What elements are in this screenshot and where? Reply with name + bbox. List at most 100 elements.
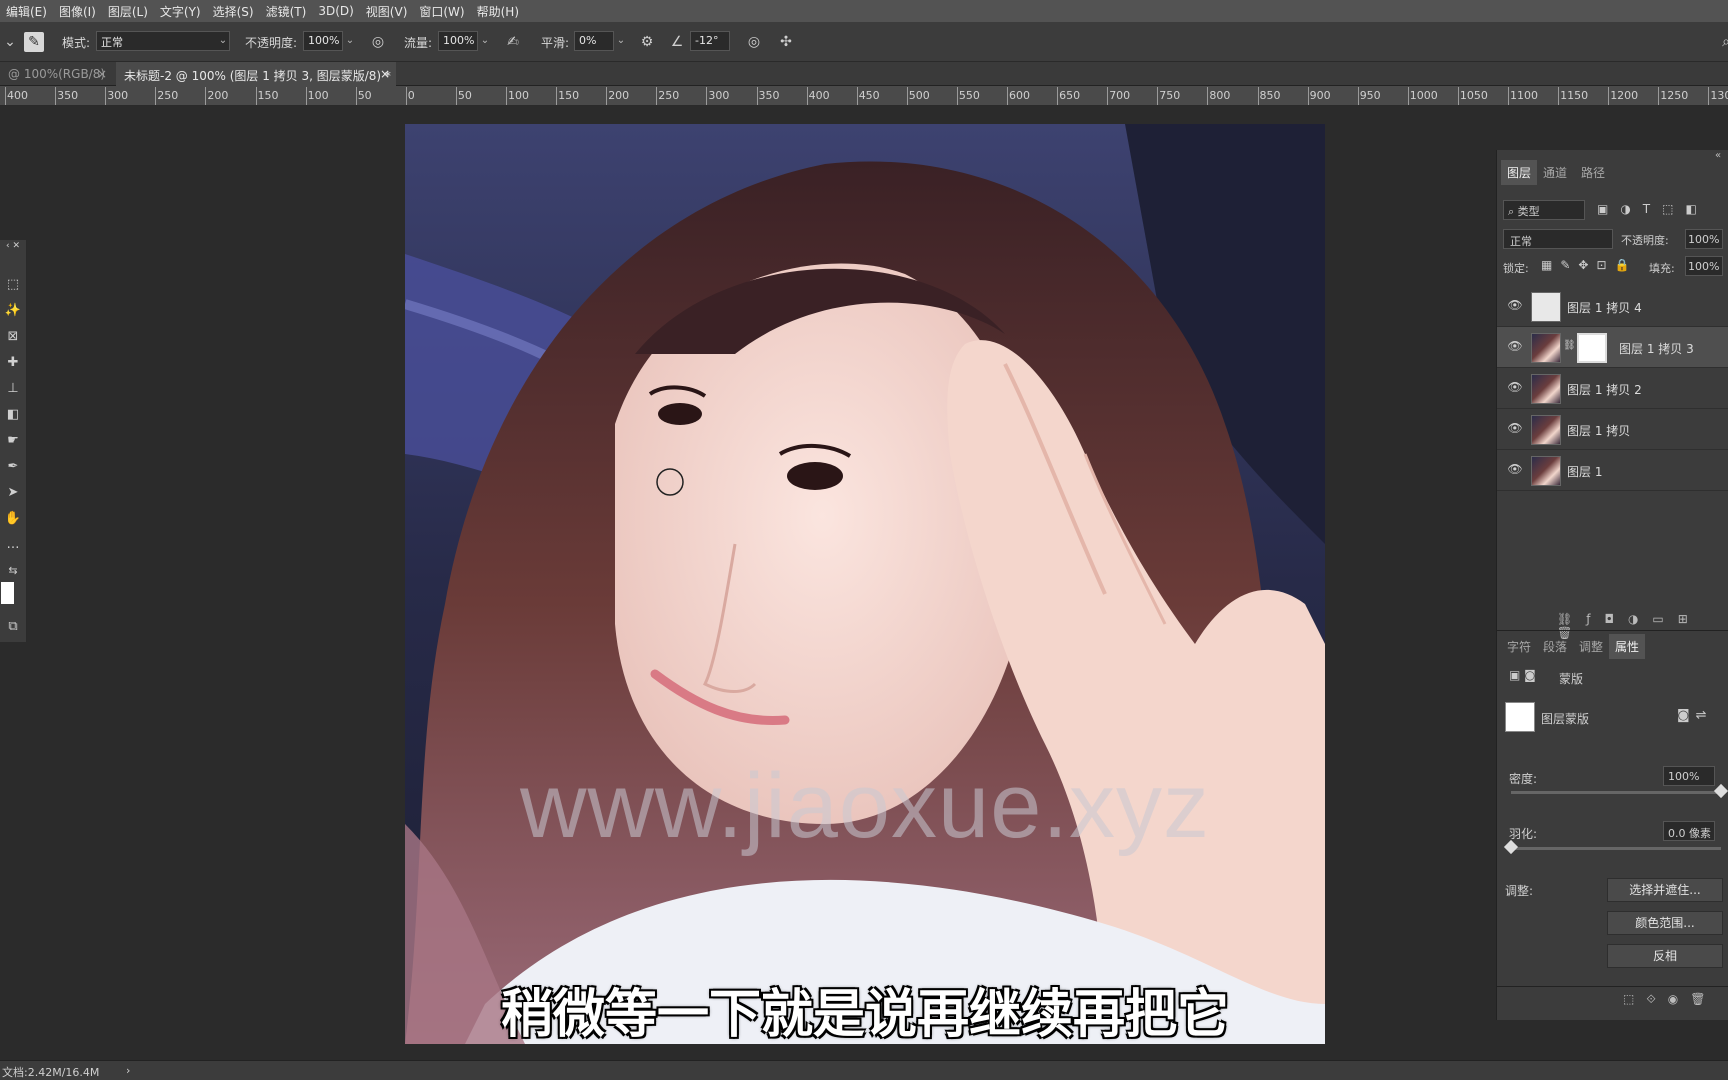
feather-input[interactable]: 0.0 像素 [1663,821,1715,841]
chevron-down-icon[interactable]: ⌄ [614,31,628,51]
invert-button[interactable]: 反相 [1607,944,1723,968]
foreground-color-swatch[interactable] [1,582,14,604]
visibility-eye-icon[interactable]: 👁 [1507,462,1523,478]
chevron-right-icon[interactable]: › [126,1064,130,1077]
frame-tool-icon[interactable]: ⊠ [2,326,24,348]
mask-link-icon[interactable]: ⛓ [1563,340,1576,351]
brush-preset-icon[interactable]: ✎ [24,32,44,52]
ruler-tick [956,87,958,105]
layer-opacity-input[interactable]: 100% [1685,229,1723,249]
menu-filter[interactable]: 滤镜(T) [260,3,313,20]
pressure-opacity-icon[interactable]: ◎ [368,32,388,52]
airbrush-icon[interactable]: ✍ [503,32,523,52]
layer-row[interactable]: 👁 图层 1 拷贝 [1497,409,1728,450]
tab-document-1[interactable]: @ 100%(RGB/8) × [0,62,113,86]
menu-select[interactable]: 选择(S) [207,3,260,20]
close-icon[interactable]: × [380,67,390,81]
tab-character[interactable]: 字符 [1501,634,1537,659]
layer-row[interactable]: 👁 图层 1 拷贝 4 [1497,286,1728,327]
angle-input[interactable]: -12° [690,31,730,51]
swap-colors-icon[interactable]: ⇆ [2,560,24,582]
tab-document-2[interactable]: 未标题-2 @ 100% (图层 1 拷贝 3, 图层蒙版/8) * × [116,62,396,86]
pressure-size-icon[interactable]: ◎ [744,32,764,52]
magic-wand-tool-icon[interactable]: ✨ [2,300,24,322]
smooth-input[interactable]: 0% [574,31,614,51]
menu-view[interactable]: 视图(V) [360,3,414,20]
path-select-tool-icon[interactable]: ➤ [2,482,24,504]
blend-mode-select[interactable]: 正常 [1503,229,1613,249]
eraser-tool-icon[interactable]: ◧ [2,404,24,426]
layer-filter-select[interactable]: ⌕ 类型 [1503,200,1585,220]
visibility-eye-icon[interactable]: 👁 [1507,298,1523,314]
marquee-tool-icon[interactable]: ⬚ [2,274,24,296]
slider-handle[interactable] [1713,783,1728,799]
opacity-input[interactable]: 100% [303,31,343,51]
chevron-down-icon[interactable]: ⌄ [0,32,20,52]
tab-properties[interactable]: 属性 [1609,634,1646,659]
visibility-eye-icon[interactable]: 👁 [1507,421,1523,437]
chevron-down-icon[interactable]: ⌄ [343,31,357,51]
menu-window[interactable]: 窗口(W) [413,3,470,20]
smudge-tool-icon[interactable]: ☛ [2,430,24,452]
symmetry-icon[interactable]: ✣ [776,32,796,52]
ruler-tick [305,87,307,105]
tab-adjustments[interactable]: 调整 [1573,634,1609,659]
stamp-tool-icon[interactable]: ⊥ [2,378,24,400]
menu-layer[interactable]: 图层(L) [102,3,154,20]
layer-row[interactable]: 👁 ⛓ 图层 1 拷贝 3 [1497,327,1728,368]
screen-mode-icon[interactable]: ⧉ [2,616,24,638]
feather-slider[interactable] [1503,839,1721,855]
lock-icons[interactable]: ▦✎✥⊡🔒 [1541,258,1637,272]
layer-row[interactable]: 👁 图层 1 拷贝 2 [1497,368,1728,409]
select-and-mask-button[interactable]: 选择并遮住... [1607,878,1723,902]
menu-help[interactable]: 帮助(H) [471,3,525,20]
mask-footer-icons[interactable]: ⬚⟐◉🗑 [1623,992,1718,1007]
menu-bar: 编辑(E) 图像(I) 图层(L) 文字(Y) 选择(S) 滤镜(T) 3D(D… [0,0,1728,22]
ruler-tick [1307,87,1309,105]
tab-layers[interactable]: 图层 [1501,160,1538,185]
search-icon[interactable]: ⌕ [1716,32,1728,52]
ruler-tick-label: 700 [1109,89,1131,102]
visibility-eye-icon[interactable]: 👁 [1507,339,1523,355]
mask-options-icons[interactable]: ◙⇌ [1677,708,1713,723]
density-input[interactable]: 100% [1663,766,1715,786]
menu-image[interactable]: 图像(I) [53,3,102,20]
pen-tool-icon[interactable]: ✒ [2,456,24,478]
opacity-label: 不透明度: [245,36,298,50]
ruler-tick-label: 1250 [1660,89,1689,102]
gear-icon[interactable]: ⚙ [637,32,657,52]
visibility-eye-icon[interactable]: 👁 [1507,380,1523,396]
tab-paths[interactable]: 路径 [1575,160,1611,185]
layer-thumbnail [1531,292,1561,322]
document-canvas[interactable]: www.jiaoxue.xyz 稍微等一下就是说再继续再把它 [405,124,1325,1044]
menu-edit[interactable]: 编辑(E) [0,3,53,20]
flow-input[interactable]: 100% [438,31,478,51]
pixel-mask-icon[interactable]: ▣ ◙ [1509,668,1536,682]
fill-input[interactable]: 100% [1685,256,1723,276]
ruler-tick-label: 0 [407,89,415,102]
collapse-icon[interactable]: ‹ ✕ [2,240,24,252]
menu-type[interactable]: 文字(Y) [154,3,207,20]
layer-mask-thumbnail[interactable] [1577,333,1607,363]
ruler-tick [405,87,407,105]
slider-handle[interactable] [1503,839,1519,855]
layer-row[interactable]: 👁 图层 1 [1497,450,1728,491]
chevron-down-icon[interactable]: ⌄ [478,31,492,51]
close-icon[interactable]: × [97,67,107,81]
hand-tool-icon[interactable]: ✋ [2,508,24,530]
more-tools-icon[interactable]: … [2,534,24,556]
filter-icons[interactable]: ▣◑T⬚◧ [1597,202,1709,216]
collapse-icon[interactable]: « [1715,150,1721,161]
filter-kind-value: 类型 [1517,205,1540,218]
tab-paragraph[interactable]: 段落 [1537,634,1573,659]
healing-brush-tool-icon[interactable]: ✚ [2,352,24,374]
color-range-button[interactable]: 颜色范围... [1607,911,1723,935]
ruler-tick-label: 900 [1309,89,1331,102]
mode-select[interactable]: 正常 [96,31,230,51]
tab-channels[interactable]: 通道 [1537,160,1573,185]
ruler-tick [1658,87,1660,105]
ruler-tick-label: 200 [608,89,630,102]
menu-3d[interactable]: 3D(D) [312,4,359,18]
ruler-tick [205,87,207,105]
density-slider[interactable] [1511,783,1728,799]
